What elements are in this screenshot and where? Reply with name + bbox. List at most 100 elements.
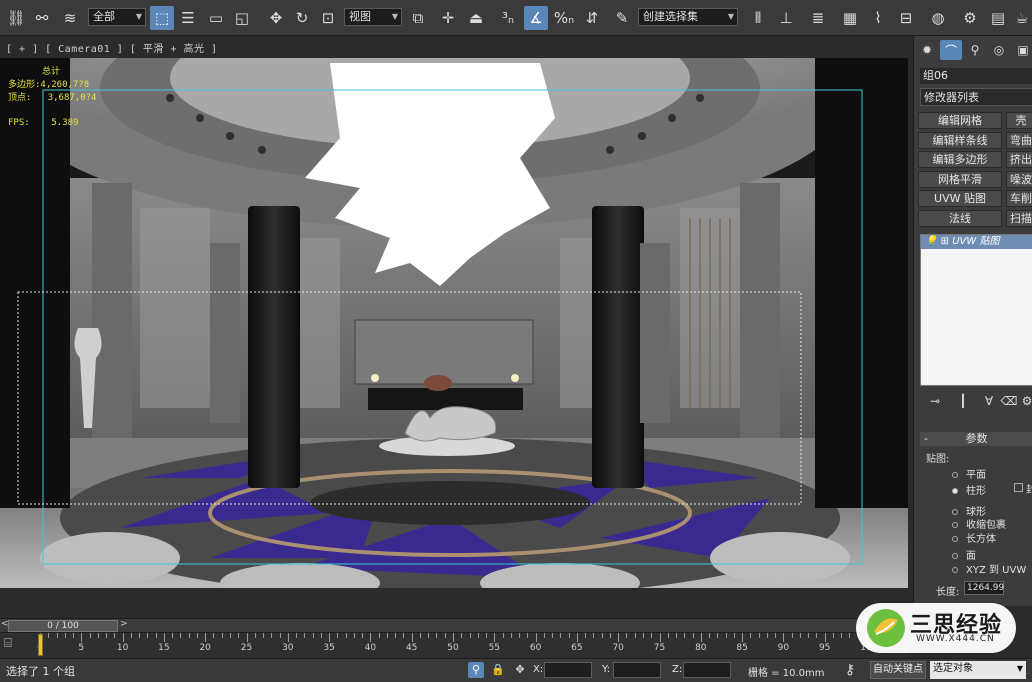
bind-spacewarp-icon[interactable]: ≋: [58, 6, 82, 30]
timeline-tick: [56, 633, 58, 638]
remove-modifier-icon[interactable]: ⌫: [1000, 392, 1018, 410]
y-coordinate-field[interactable]: [613, 662, 661, 678]
modifier-button[interactable]: UVW 贴图: [918, 190, 1002, 207]
keyboard-shortcut-icon[interactable]: ⏏: [464, 6, 488, 30]
modifier-button[interactable]: 车削: [1006, 190, 1032, 207]
hierarchy-tab-icon[interactable]: ⚲: [964, 40, 986, 60]
modifier-button[interactable]: 编辑多边形: [918, 151, 1002, 168]
stack-item-uvw-map[interactable]: 💡 ⊞ UVW 贴图: [921, 235, 1032, 249]
mirror-icon[interactable]: ⫴: [746, 6, 770, 30]
modify-tab-icon[interactable]: ⌒: [940, 40, 962, 60]
unlink-icon[interactable]: ⚯: [30, 6, 54, 30]
modifier-list-dropdown[interactable]: 修改器列表: [920, 88, 1032, 106]
mapping-radio-option[interactable]: 长方体: [952, 530, 996, 545]
timeline-tick: [659, 633, 661, 642]
schematic-view-icon[interactable]: ⊟: [894, 6, 918, 30]
display-tab-icon[interactable]: ▣: [1012, 40, 1032, 60]
absolute-mode-icon[interactable]: ✥: [512, 662, 528, 678]
track-bar[interactable]: ⌸ 05101520253035404550556065707580859095…: [0, 632, 908, 658]
pin-stack-icon[interactable]: ⊸: [926, 392, 944, 410]
align-icon[interactable]: ⊥: [774, 6, 798, 30]
spinner-snap-icon[interactable]: ⇵: [580, 6, 604, 30]
modifier-button[interactable]: 编辑网格: [918, 112, 1002, 129]
timeline-tick: [370, 633, 372, 642]
select-object-icon[interactable]: ⬚: [150, 6, 174, 30]
show-end-result-icon[interactable]: ┃: [954, 392, 972, 410]
create-tab-icon[interactable]: ✹: [916, 40, 938, 60]
timeline-tick-label: 40: [364, 643, 377, 653]
modifier-stack[interactable]: 💡 ⊞ UVW 贴图: [920, 234, 1032, 386]
time-slider[interactable]: < 0 / 100 >: [0, 618, 908, 632]
material-editor-icon[interactable]: ◍: [926, 6, 950, 30]
modifier-button[interactable]: 壳: [1006, 112, 1032, 129]
rect-selection-icon[interactable]: ▭: [204, 6, 228, 30]
select-by-name-icon[interactable]: ☰: [176, 6, 200, 30]
expand-icon[interactable]: ⊞: [941, 236, 949, 247]
set-key-icon[interactable]: ⚷: [842, 662, 858, 678]
selection-lock-icon[interactable]: 🔒: [490, 662, 506, 678]
mini-curve-editor-icon[interactable]: ⌸: [4, 636, 12, 651]
modifier-button[interactable]: 网格平滑: [918, 170, 1002, 188]
modifier-button[interactable]: 编辑样条线: [918, 131, 1002, 149]
rotate-icon[interactable]: ↻: [290, 6, 314, 30]
timeline-tick: [477, 633, 479, 638]
parameters-rollout-header[interactable]: - 参数: [920, 432, 1032, 446]
playhead[interactable]: [38, 634, 43, 656]
select-manipulate-icon[interactable]: ✛: [436, 6, 460, 30]
length-label: 长度:: [936, 587, 960, 598]
isolate-selection-icon[interactable]: ⚲: [468, 662, 484, 678]
named-selection-set-dropdown[interactable]: 创建选择集 ▼: [638, 8, 738, 26]
camera-viewport[interactable]: 总计 多边形:4,260,7?8 顶点: 3,687,0?4 FPS: 5.38…: [0, 58, 908, 588]
make-unique-icon[interactable]: ∀: [980, 392, 998, 410]
modifier-button[interactable]: 噪波: [1006, 170, 1032, 188]
angle-snap-icon[interactable]: ∡: [524, 6, 548, 30]
mapping-radio-option[interactable]: 面: [952, 547, 976, 562]
timeline-tick: [122, 633, 124, 642]
render-teapot-icon[interactable]: ☕: [1010, 6, 1032, 30]
cap-checkbox[interactable]: [1014, 483, 1023, 492]
key-filter-dropdown[interactable]: 选定对象 ▼: [930, 661, 1026, 679]
viewport-label[interactable]: [ + ] [ Camera01 ] [ 平滑 + 高光 ]: [6, 40, 218, 55]
render-setup-icon[interactable]: ⚙: [958, 6, 982, 30]
reference-coord-dropdown[interactable]: 视图 ▼: [344, 8, 402, 26]
object-name-field[interactable]: 组06: [920, 68, 1032, 84]
snap-toggle-icon[interactable]: ³ₙ: [496, 6, 520, 30]
auto-key-button[interactable]: 自动关键点: [870, 661, 926, 679]
mapping-radio-option[interactable]: 平面: [952, 466, 986, 481]
modifier-button[interactable]: 法线: [918, 209, 1002, 227]
configure-sets-icon[interactable]: ⚙: [1018, 392, 1032, 410]
timeline-tick-label: 95: [818, 643, 831, 653]
percent-snap-icon[interactable]: %ₙ: [552, 6, 576, 30]
selection-filter-dropdown[interactable]: 全部 ▼: [88, 8, 146, 26]
timeline-tick: [841, 633, 843, 638]
modifier-button[interactable]: 弯曲: [1006, 131, 1032, 149]
mapping-radio-option[interactable]: XYZ 到 UVW: [952, 561, 1026, 576]
time-slider-thumb[interactable]: 0 / 100: [8, 620, 118, 632]
move-icon[interactable]: ✥: [264, 6, 288, 30]
rendered-frame-icon[interactable]: ▤: [986, 6, 1010, 30]
select-link-icon[interactable]: ⛓: [4, 6, 28, 30]
z-coordinate-field[interactable]: [683, 662, 731, 678]
lightbulb-icon[interactable]: 💡: [925, 236, 937, 247]
toggle-ribbon-icon[interactable]: ▦: [838, 6, 862, 30]
scale-icon[interactable]: ⊡: [316, 6, 340, 30]
mapping-radio-option[interactable]: 柱形: [952, 482, 986, 497]
next-frame-icon[interactable]: >: [120, 619, 128, 629]
timeline-tick: [453, 633, 454, 642]
edit-named-selection-icon[interactable]: ✎: [610, 6, 634, 30]
window-crossing-icon[interactable]: ◱: [230, 6, 254, 30]
curve-editor-icon[interactable]: ⌇: [866, 6, 890, 30]
modifier-button[interactable]: 扫描: [1006, 209, 1032, 227]
timeline-tick-label: 25: [240, 643, 253, 653]
timeline-tick: [263, 633, 265, 638]
wall-lamp-right: [511, 374, 519, 382]
length-input[interactable]: 1264.99: [964, 581, 1004, 595]
timeline-tick-label: 45: [405, 643, 418, 653]
motion-tab-icon[interactable]: ◎: [988, 40, 1010, 60]
pivot-center-icon[interactable]: ⧉: [406, 6, 430, 30]
chevron-down-icon: ▼: [391, 12, 398, 21]
layer-manager-icon[interactable]: ≣: [806, 6, 830, 30]
x-coordinate-field[interactable]: [544, 662, 592, 678]
mapping-radio-option[interactable]: 收缩包裹: [952, 516, 1006, 531]
modifier-button[interactable]: 挤出: [1006, 151, 1032, 168]
